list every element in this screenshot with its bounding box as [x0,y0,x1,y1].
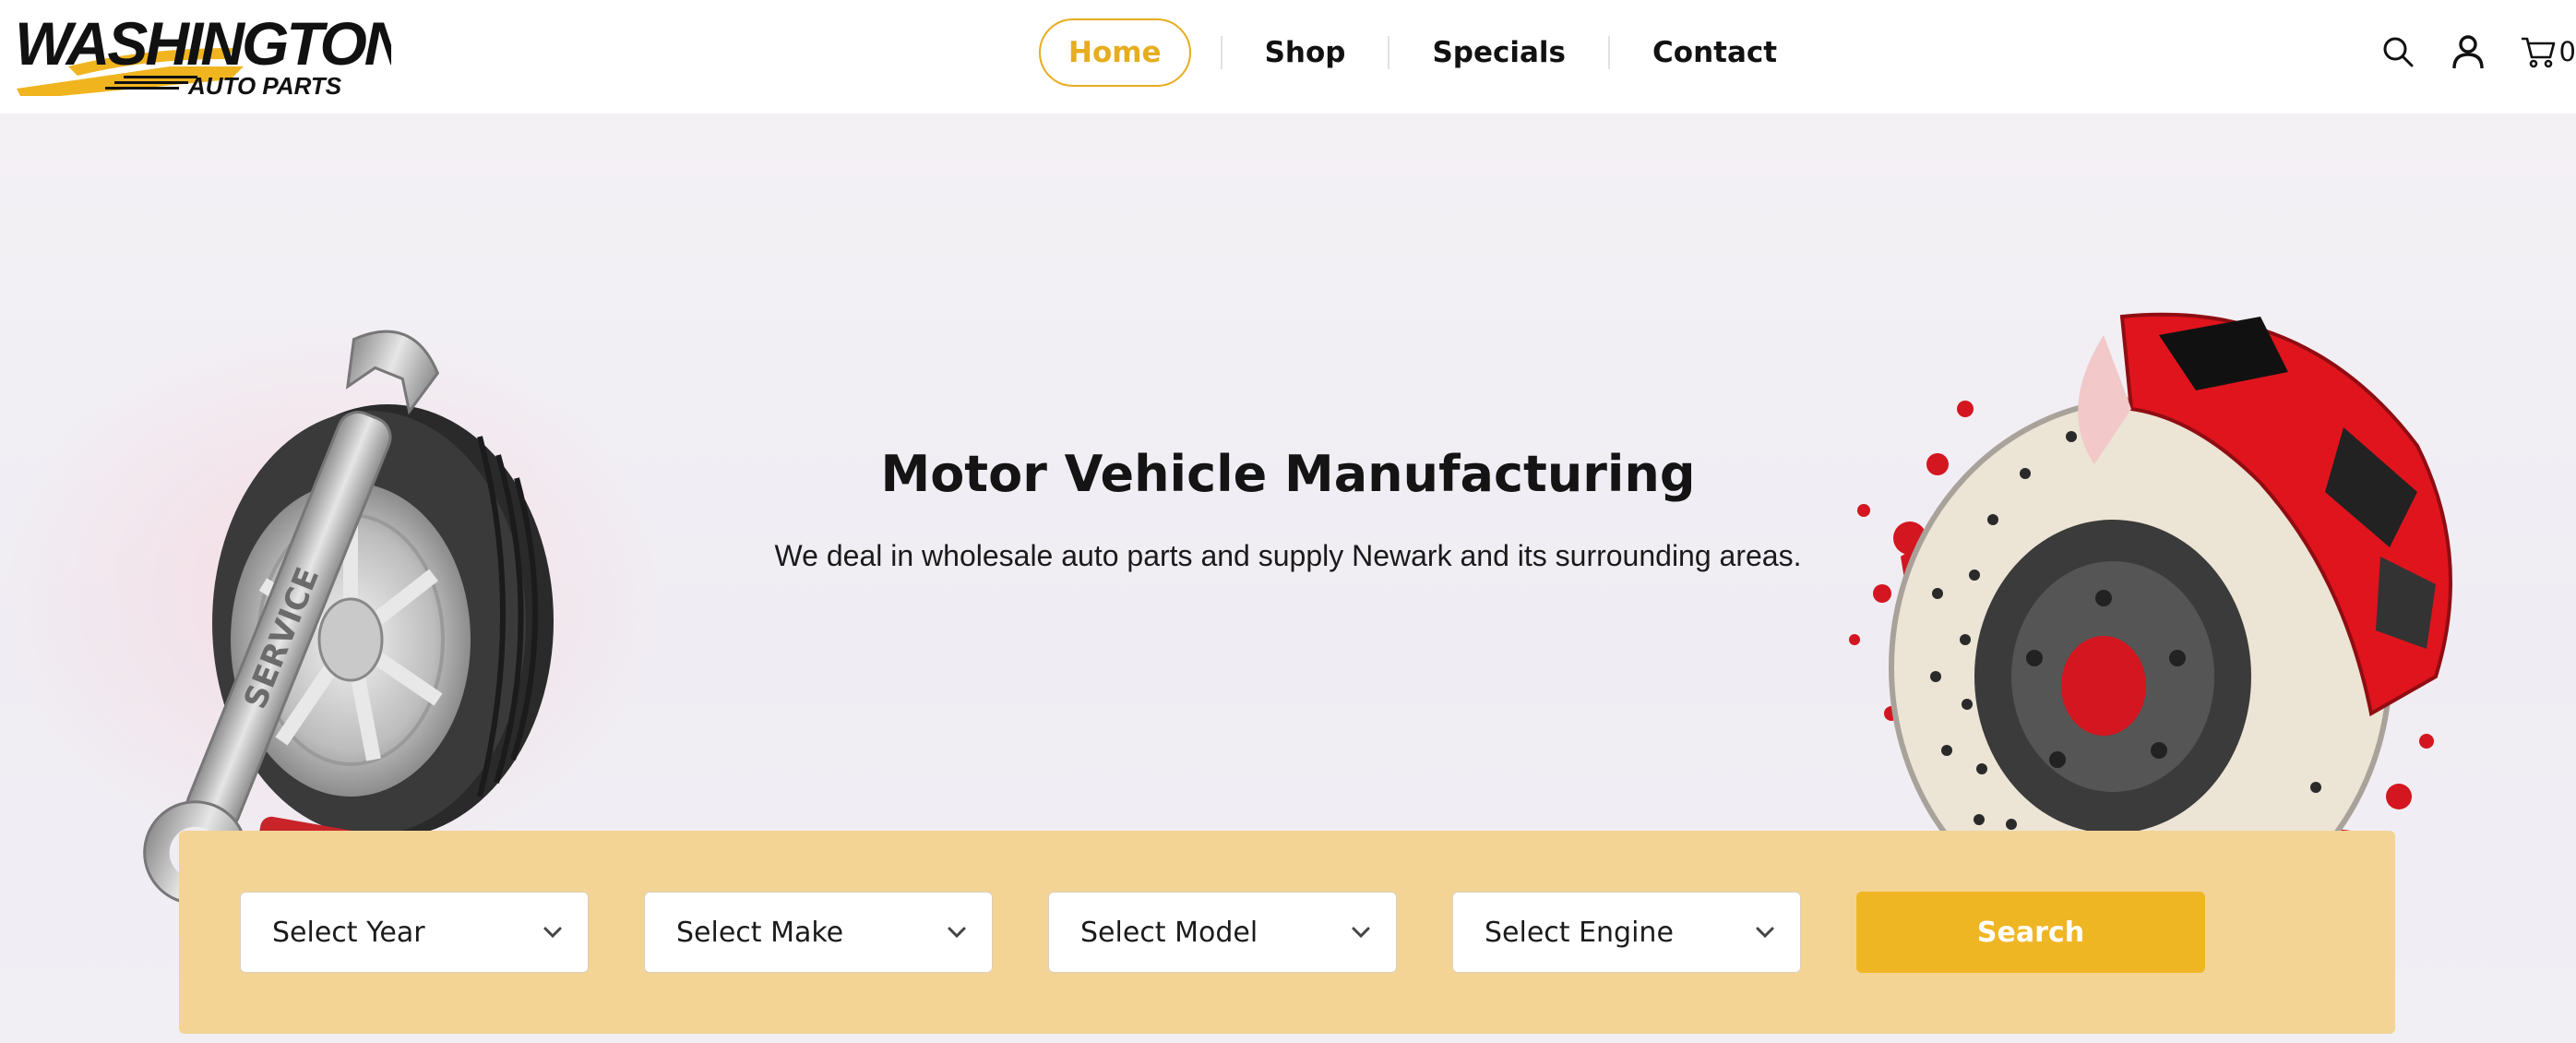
select-make-label: Select Make [676,916,844,949]
search-button-label: Search [1976,916,2085,949]
cart-count: 0 [2558,36,2576,67]
chevron-down-icon [940,916,973,949]
header-actions: 0 [2377,28,2576,76]
nav-shop[interactable]: Shop [1222,18,1389,87]
search-icon[interactable] [2377,30,2419,73]
main-nav: Home Shop Specials Contact [1039,18,1819,87]
hero-title: Motor Vehicle Manufacturing [880,445,1696,503]
chevron-down-icon [1344,916,1377,949]
select-model[interactable]: Select Model [1048,892,1397,973]
logo-text-top: WASHINGTON [15,11,391,78]
select-engine-label: Select Engine [1485,916,1674,949]
logo-trademark: ™ [375,21,386,34]
cart-button[interactable]: 0 [2517,30,2576,73]
logo-text-bottom: AUTO PARTS [187,72,342,96]
user-icon[interactable] [2447,30,2489,73]
search-button[interactable]: Search [1856,892,2205,973]
select-year[interactable]: Select Year [240,892,589,973]
nav-contact[interactable]: Contact [1610,18,1819,87]
nav-specials[interactable]: Specials [1389,18,1608,87]
hero-section: SERVICE Motor Vehicle Manufacturing We d… [0,114,2576,1043]
select-make[interactable]: Select Make [644,892,993,973]
chevron-down-icon [536,916,569,949]
chevron-down-icon [1748,916,1782,949]
site-header: WASHINGTON AUTO PARTS ™ Home Shop Specia… [0,0,2576,114]
logo-graphic: WASHINGTON AUTO PARTS ™ [15,11,391,96]
nav-home[interactable]: Home [1039,18,1191,87]
cart-icon [2517,30,2559,73]
hero-subtitle: We deal in wholesale auto parts and supp… [774,539,1802,572]
vehicle-search-panel: Select Year Select Make Select Model Sel… [179,831,2395,1034]
select-model-label: Select Model [1080,916,1258,949]
logo[interactable]: WASHINGTON AUTO PARTS ™ [13,11,391,96]
select-engine[interactable]: Select Engine [1452,892,1801,973]
select-year-label: Select Year [272,916,425,949]
